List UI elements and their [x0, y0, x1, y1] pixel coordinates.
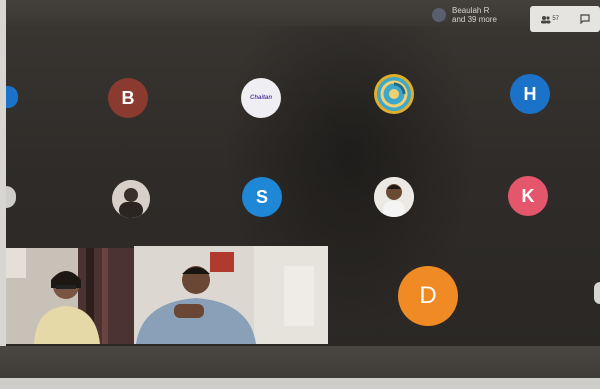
avatar-d[interactable]: D — [398, 266, 458, 326]
person-photo-icon — [374, 177, 414, 217]
avatar-photo-1[interactable] — [112, 180, 150, 218]
avatar-letter: H — [523, 83, 537, 104]
video-tile-participant-2[interactable] — [134, 246, 328, 344]
screen-edge-bottom — [0, 378, 600, 389]
chat-icon — [580, 14, 590, 24]
participants-summary[interactable]: Beaulah R and 39 more — [432, 6, 497, 24]
top-controls: 57 — [530, 6, 600, 32]
avatar-letter: S — [255, 186, 268, 207]
avatar-spiral-logo[interactable] — [374, 74, 414, 114]
people-count: 57 — [552, 16, 560, 22]
partial-avatar-right-bottom — [594, 282, 600, 304]
avatar-k[interactable]: K — [508, 176, 548, 216]
person-photo-icon — [112, 180, 150, 218]
participants-name: Beaulah R — [452, 6, 490, 15]
avatar-b[interactable]: B — [108, 78, 148, 118]
avatar-logo[interactable]: Chaitan — [241, 78, 281, 118]
participant-avatar-icon — [432, 8, 446, 22]
avatar-letter: D — [419, 282, 437, 309]
avatar-photo-2[interactable] — [374, 177, 414, 217]
people-icon — [541, 15, 551, 23]
participant-video-2 — [134, 246, 328, 344]
avatar-logo-text: Chaitan — [249, 95, 272, 101]
avatar-s[interactable]: S — [242, 177, 282, 217]
chat-button[interactable] — [580, 14, 590, 24]
spiral-logo-icon — [377, 77, 411, 111]
avatar-h[interactable]: H — [510, 74, 550, 114]
top-bar — [0, 0, 600, 26]
participant-video-1 — [6, 248, 134, 344]
people-button[interactable]: 57 — [540, 15, 559, 24]
avatar-letter: B — [121, 87, 135, 108]
video-tile-participant-1[interactable] — [6, 248, 134, 344]
participants-more: and 39 more — [452, 15, 497, 24]
avatar-letter: K — [521, 185, 535, 206]
